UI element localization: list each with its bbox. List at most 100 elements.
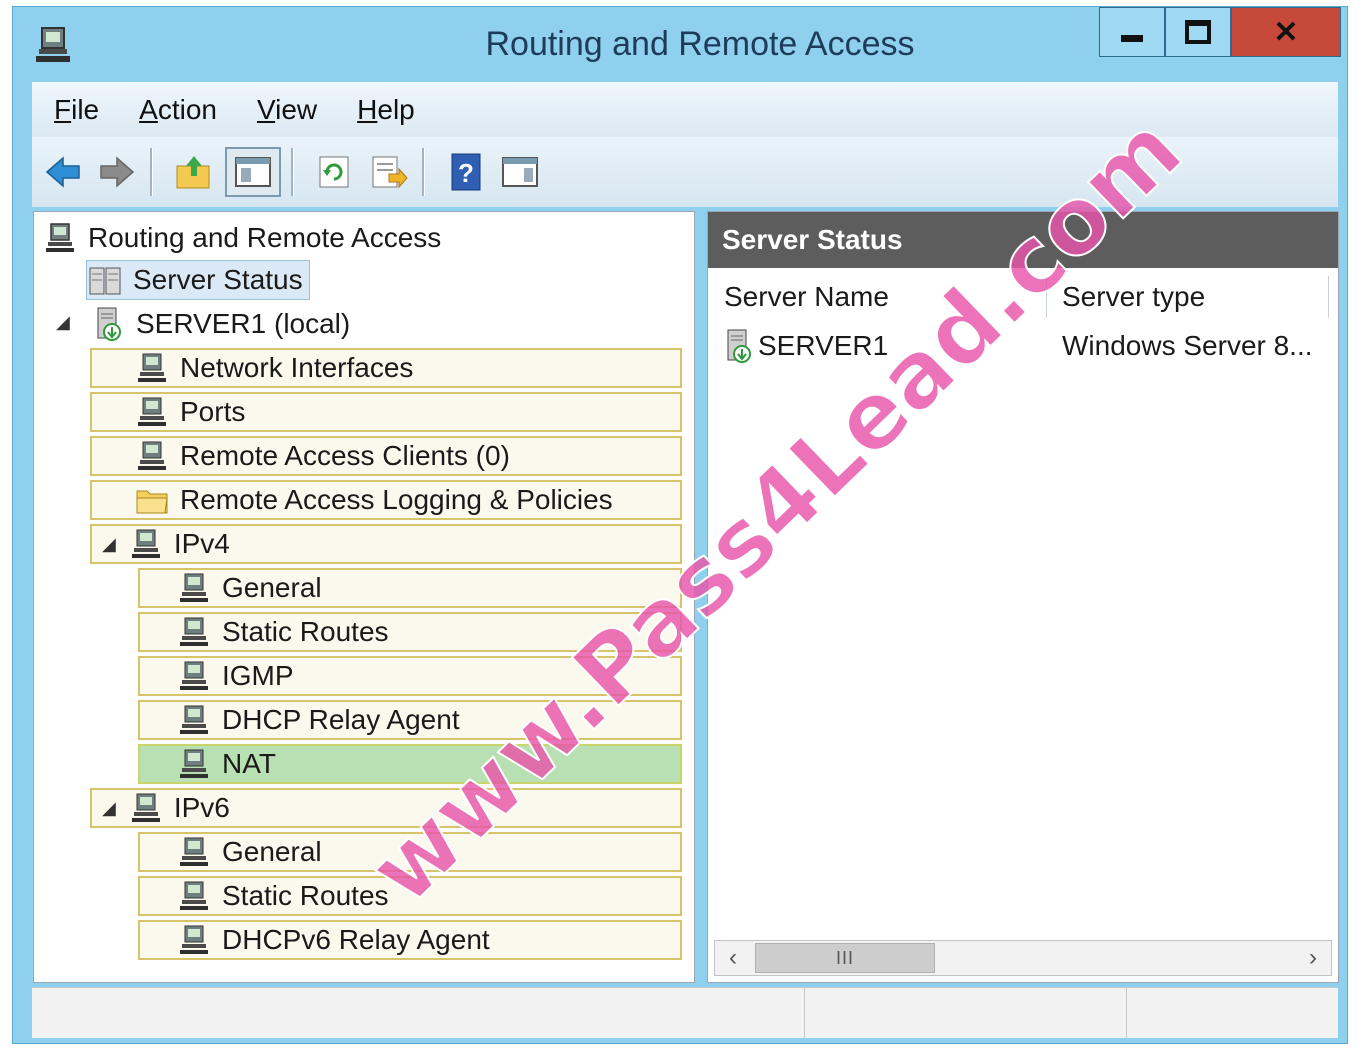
tree-node-ipv4-general[interactable]: General [138, 568, 682, 608]
help-button[interactable]: ? [443, 149, 489, 195]
tree-node-ipv4-igmp[interactable]: IGMP [138, 656, 682, 696]
status-cell [32, 988, 805, 1038]
show-hide-console-tree-icon [235, 157, 271, 187]
show-hide-console-tree-button[interactable] [225, 147, 281, 197]
horizontal-scrollbar[interactable]: ‹ III › [714, 940, 1332, 976]
export-list-icon [372, 156, 408, 189]
show-hide-action-pane-button[interactable] [497, 149, 543, 195]
tree-label: DHCPv6 Relay Agent [222, 924, 490, 955]
toolbar-separator [422, 148, 425, 196]
cell-server-type: Windows Server 8... [1062, 330, 1313, 361]
refresh-button[interactable] [312, 149, 358, 195]
tree-label: Ports [180, 396, 246, 427]
tree-label: NAT [222, 748, 276, 779]
tree-label: IPv6 [173, 792, 230, 823]
static-routes-icon [176, 615, 212, 649]
details-header: Server Status [708, 212, 1338, 268]
maximize-icon [1185, 20, 1211, 44]
server-icon [722, 328, 754, 364]
table-row[interactable]: SERVER1 [722, 324, 888, 368]
tree-node-server1[interactable]: SERVER1 (local) [90, 304, 350, 344]
tree-node-server-status[interactable]: Server Status [86, 260, 310, 300]
static-routes-icon [176, 879, 212, 913]
forward-arrow-icon [100, 156, 135, 188]
refresh-icon [319, 156, 349, 188]
toolbar-separator [150, 148, 153, 196]
menu-help[interactable]: Help [357, 94, 415, 126]
toolbar: ? [32, 137, 1338, 207]
server-status-icon [87, 263, 123, 297]
minimize-icon [1121, 34, 1143, 42]
expand-collapse-icon[interactable]: ◢ [56, 312, 70, 333]
tree-node-ipv4[interactable]: ◢ IPv4 [90, 524, 682, 564]
general-icon [176, 571, 212, 605]
tree-label: DHCP Relay Agent [222, 704, 460, 735]
tree-label: General [222, 836, 322, 867]
tree-label: Remote Access Logging & Policies [180, 484, 613, 515]
close-button[interactable]: ✕ [1231, 7, 1341, 57]
ports-icon [134, 395, 170, 429]
status-bar [32, 987, 1338, 1038]
maximize-button[interactable] [1165, 7, 1231, 57]
console-tree: Routing and Remote Access Server Status … [33, 211, 695, 983]
ipv4-icon [128, 527, 164, 561]
tree-node-ipv4-dhcp-relay-agent[interactable]: DHCP Relay Agent [138, 700, 682, 740]
status-cell [804, 988, 1127, 1038]
back-arrow-icon [45, 156, 80, 188]
tree-node-ipv4-static-routes[interactable]: Static Routes [138, 612, 682, 652]
expand-collapse-icon[interactable]: ◢ [102, 534, 116, 555]
tree-node-network-interfaces[interactable]: Network Interfaces [90, 348, 682, 388]
app-window: Routing and Remote Access ✕ File Action … [12, 6, 1348, 1044]
menu-view[interactable]: View [257, 94, 317, 126]
help-icon: ? [451, 153, 481, 191]
tree-label: Network Interfaces [180, 352, 414, 383]
tree-node-ipv6-static-routes[interactable]: Static Routes [138, 876, 682, 916]
tree-label: Static Routes [222, 616, 389, 647]
forward-button[interactable] [94, 149, 140, 195]
export-list-button[interactable] [366, 149, 412, 195]
tree-label: Remote Access Clients (0) [180, 440, 510, 471]
toolbar-separator [291, 148, 294, 196]
ipv6-icon [128, 791, 164, 825]
network-interface-icon [134, 351, 170, 385]
up-one-level-button[interactable] [171, 149, 217, 195]
routing-server-icon [42, 221, 78, 255]
tree-node-ipv4-nat[interactable]: NAT [138, 744, 682, 784]
general-icon [176, 835, 212, 869]
expand-collapse-icon[interactable]: ◢ [102, 798, 116, 819]
column-divider[interactable] [1046, 276, 1047, 318]
up-folder-icon [176, 156, 210, 189]
scroll-left-icon[interactable]: ‹ [715, 941, 751, 975]
tree-root-node[interactable]: Routing and Remote Access [42, 218, 441, 258]
folder-icon [134, 483, 170, 517]
nat-icon [176, 747, 212, 781]
menu-file[interactable]: File [54, 94, 99, 126]
tree-node-ipv6-general[interactable]: General [138, 832, 682, 872]
tree-node-remote-access-clients[interactable]: Remote Access Clients (0) [90, 436, 682, 476]
dhcpv6-relay-agent-icon [176, 923, 212, 957]
title-bar[interactable]: Routing and Remote Access ✕ [13, 7, 1347, 81]
menu-action[interactable]: Action [139, 94, 217, 126]
tree-label: General [222, 572, 322, 603]
tree-node-remote-access-logging[interactable]: Remote Access Logging & Policies [90, 480, 682, 520]
remote-access-clients-icon [134, 439, 170, 473]
column-header-server-name[interactable]: Server Name [724, 274, 889, 320]
server-icon [90, 307, 126, 341]
column-divider[interactable] [1328, 276, 1329, 318]
column-header-server-type[interactable]: Server type [1062, 274, 1205, 320]
details-pane: Server Status Server Name Server type SE… [707, 211, 1339, 983]
tree-node-ports[interactable]: Ports [90, 392, 682, 432]
minimize-button[interactable] [1099, 7, 1165, 57]
tree-label-server-status: Server Status [133, 264, 303, 295]
tree-root-label: Routing and Remote Access [88, 222, 442, 253]
tree-node-ipv6[interactable]: ◢ IPv6 [90, 788, 682, 828]
scroll-right-icon[interactable]: › [1295, 941, 1331, 975]
tree-label: IPv4 [173, 528, 230, 559]
show-hide-action-pane-icon [502, 157, 538, 187]
back-button[interactable] [40, 149, 86, 195]
close-icon: ✕ [1273, 15, 1299, 49]
tree-node-ipv6-dhcpv6-relay-agent[interactable]: DHCPv6 Relay Agent [138, 920, 682, 960]
tree-label-server1: SERVER1 (local) [136, 308, 351, 339]
svg-text:?: ? [458, 158, 474, 188]
scroll-thumb[interactable]: III [755, 943, 935, 973]
